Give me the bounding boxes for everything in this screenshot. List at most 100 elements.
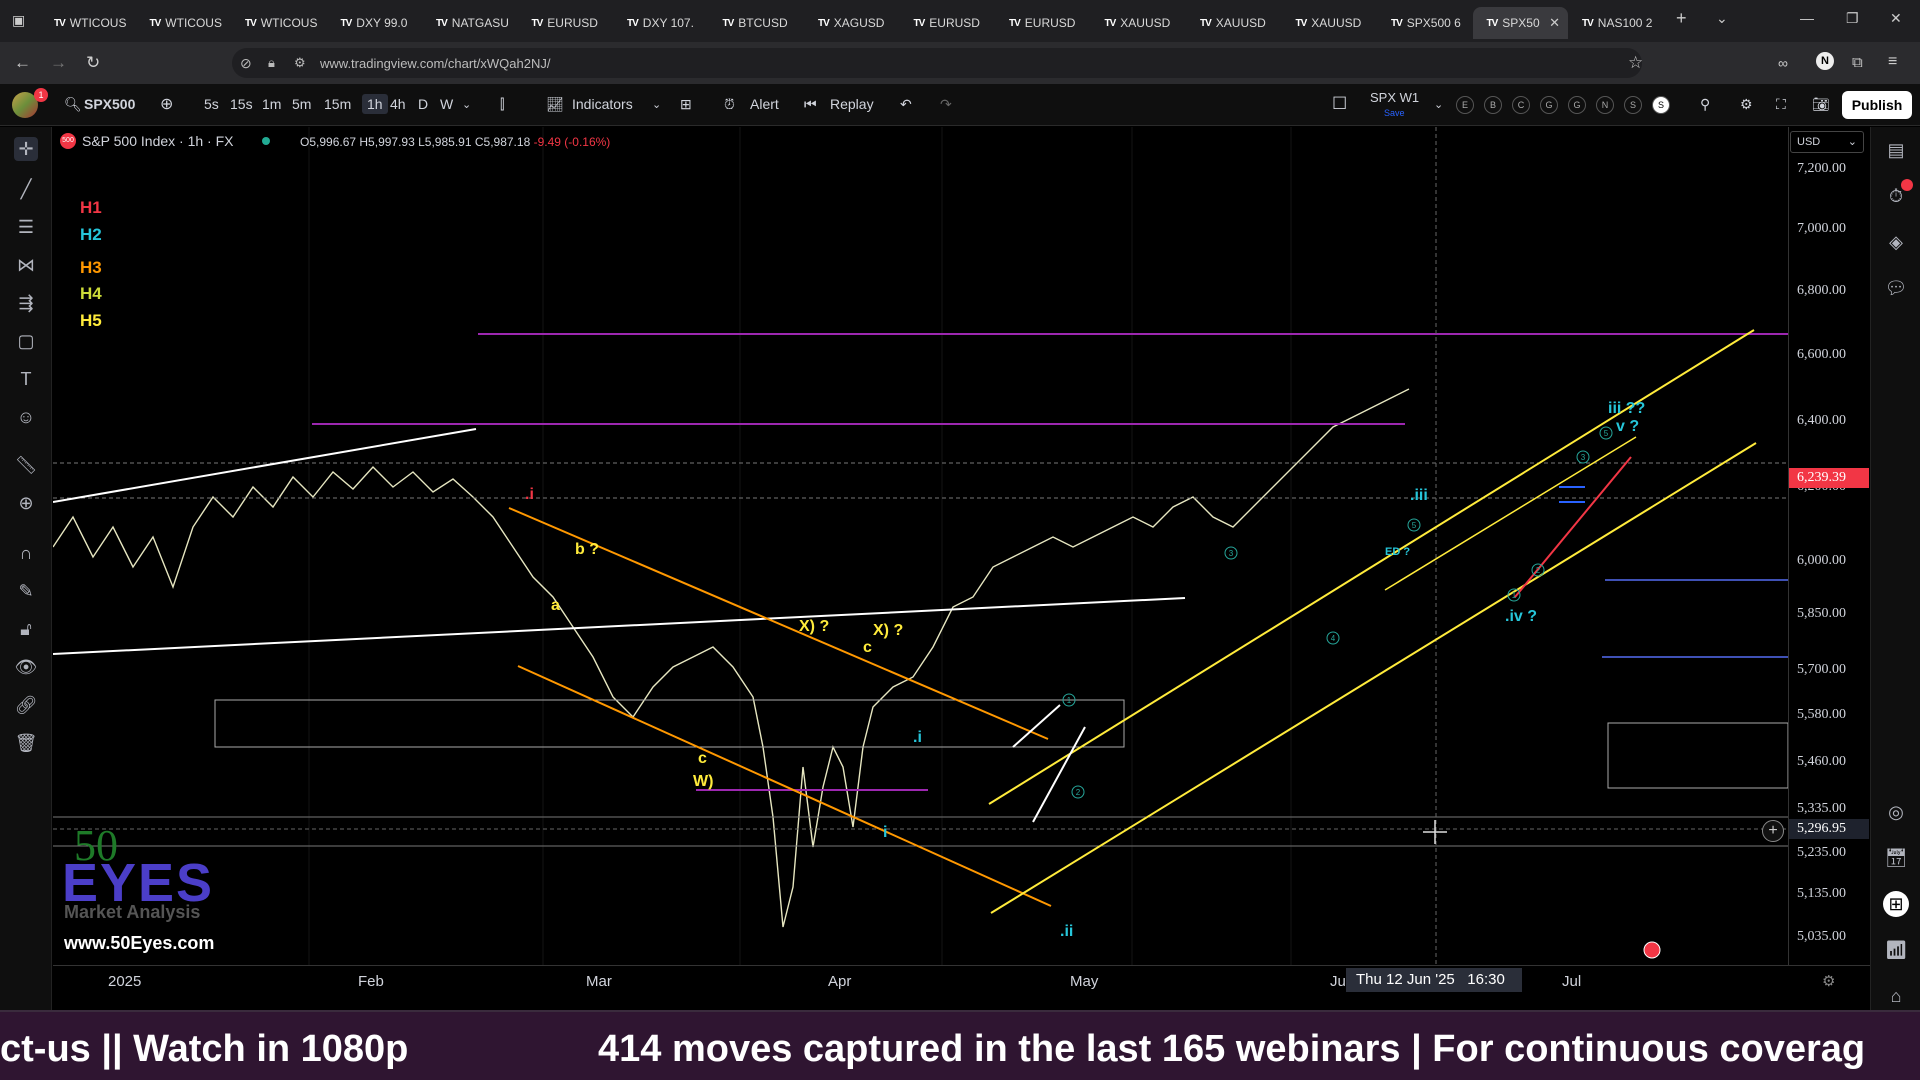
reload-icon[interactable]: ↻ bbox=[86, 53, 100, 73]
chart-canvas[interactable]: 1 2 3 4 5 1 2 3 5 .i b ? a c W) X) ? X) ? c .i i .ii .iii ED … bbox=[53, 127, 1788, 965]
indicators-icon[interactable]: 📈︎ bbox=[546, 96, 564, 113]
prediction-icon[interactable]: ⇶ bbox=[14, 291, 38, 315]
event-flag-icon[interactable] bbox=[1643, 941, 1661, 959]
timeframe-button[interactable]: 15s bbox=[230, 96, 253, 112]
circled-wave-text[interactable]: 2 bbox=[1076, 788, 1081, 797]
circled-wave-text[interactable]: 5 bbox=[1412, 521, 1417, 530]
layout-grid-icon[interactable]: ⊞ bbox=[680, 96, 692, 113]
new-tab-button[interactable]: + bbox=[1676, 8, 1687, 29]
settings-gear-icon[interactable]: ⚙ bbox=[1740, 96, 1753, 113]
trash-icon[interactable]: 🗑︎ bbox=[14, 731, 38, 755]
ruler-icon[interactable]: 📏︎ bbox=[14, 453, 38, 477]
trend-line[interactable] bbox=[53, 597, 1186, 655]
circled-wave-text[interactable]: 4 bbox=[1331, 634, 1336, 643]
yellow-trend-line[interactable] bbox=[1384, 436, 1637, 591]
wave-label[interactable]: W) bbox=[693, 773, 713, 790]
circled-wave-text[interactable]: 5 bbox=[1604, 429, 1609, 438]
wave-label[interactable]: b ? bbox=[575, 541, 599, 558]
geometric-shapes-icon[interactable]: ▢ bbox=[14, 329, 38, 353]
browser-tab[interactable]: TV NAS100 2 bbox=[1568, 7, 1664, 39]
timeframe-button[interactable]: 5m bbox=[292, 96, 311, 112]
browser-menu-icon[interactable]: ≡ bbox=[1888, 53, 1897, 71]
replay-icon[interactable]: ⏮︎ bbox=[804, 96, 817, 113]
currency-select[interactable]: USD ⌄ bbox=[1790, 131, 1864, 153]
back-icon[interactable]: ← bbox=[14, 53, 31, 73]
wave-label[interactable]: X) ? bbox=[873, 622, 903, 639]
publish-button[interactable]: Publish bbox=[1842, 91, 1912, 119]
wave-label[interactable]: .iii bbox=[1410, 487, 1428, 504]
timeframe-button[interactable]: 5s bbox=[204, 96, 219, 112]
circled-wave-text[interactable]: 1 bbox=[1067, 696, 1072, 705]
text-tool-icon[interactable]: T bbox=[14, 367, 38, 391]
replay-button[interactable]: Replay bbox=[830, 96, 874, 112]
lock-drawings-icon[interactable]: 🔓︎ bbox=[14, 617, 38, 641]
browser-tab[interactable]: TV DXY 99.0 bbox=[327, 7, 423, 39]
circled-wave-text[interactable]: 3 bbox=[1581, 453, 1586, 462]
patterns-icon[interactable]: ⋈ bbox=[14, 253, 38, 277]
emoji-icon[interactable]: ☺ bbox=[14, 405, 38, 429]
help-icon[interactable]: ⌂ bbox=[1883, 983, 1909, 1009]
browser-tab[interactable]: TV XAUUSD bbox=[1186, 7, 1282, 39]
layout-square-icon[interactable]: ☐ bbox=[1332, 94, 1347, 114]
browser-tab[interactable]: TV NATGASU bbox=[422, 7, 518, 39]
template-button[interactable]: S bbox=[1624, 96, 1642, 114]
trend-line[interactable] bbox=[53, 428, 477, 503]
tracking-icon[interactable]: ⊘ bbox=[240, 55, 252, 72]
layout-name[interactable]: SPX W1 bbox=[1370, 90, 1419, 105]
template-button[interactable]: B bbox=[1484, 96, 1502, 114]
timeframe-button[interactable]: W bbox=[440, 96, 453, 112]
fullscreen-icon[interactable]: ⛶ bbox=[1776, 96, 1786, 113]
browser-tab[interactable]: TV EURUSD bbox=[518, 7, 614, 39]
profile-icon[interactable]: N bbox=[1816, 52, 1834, 70]
alert-button[interactable]: Alert bbox=[750, 96, 779, 112]
chart-legend[interactable]: 500 S&P 500 Index · 1h · FX bbox=[60, 133, 270, 149]
indicators-button[interactable]: Indicators bbox=[572, 96, 633, 112]
watchlist-icon[interactable]: ▤ bbox=[1883, 137, 1909, 163]
close-window-button[interactable]: ✕ bbox=[1890, 10, 1902, 27]
price-scale[interactable] bbox=[1788, 127, 1870, 965]
minimize-button[interactable]: — bbox=[1800, 10, 1814, 26]
indicators-dropdown-icon[interactable]: ⌄ bbox=[652, 98, 661, 111]
wave-label[interactable]: iii ?? bbox=[1608, 400, 1645, 417]
timeframe-button[interactable]: 15m bbox=[324, 96, 351, 112]
target-icon[interactable]: ◎ bbox=[1883, 799, 1909, 825]
restore-button[interactable]: ❐ bbox=[1846, 10, 1859, 27]
layout-dropdown-icon[interactable]: ⌄ bbox=[1434, 98, 1443, 111]
calendar-icon[interactable]: 📅︎ bbox=[1883, 845, 1909, 871]
layers-icon[interactable]: ◈ bbox=[1883, 229, 1909, 255]
legend-title[interactable]: S&P 500 Index · 1h · FX bbox=[82, 133, 234, 149]
rectangle-zone[interactable] bbox=[1607, 722, 1788, 789]
browser-tab[interactable]: TV WTICOUS bbox=[40, 7, 136, 39]
wave-label[interactable]: i bbox=[883, 824, 887, 841]
circled-wave-text[interactable]: 3 bbox=[1229, 549, 1234, 558]
wave-label[interactable]: a bbox=[551, 597, 560, 614]
template-button[interactable]: G bbox=[1540, 96, 1558, 114]
url-text[interactable]: www.tradingview.com/chart/xWQah2NJ/ bbox=[320, 56, 550, 71]
template-button[interactable]: G bbox=[1568, 96, 1586, 114]
chart-drawing[interactable]: 123451235.ib ?acW)X) ? X) ?c.ii.ii.iiiED … bbox=[53, 127, 1788, 965]
chat-icon[interactable]: 💬︎ bbox=[1883, 275, 1909, 301]
forward-icon[interactable]: → bbox=[50, 53, 67, 73]
circled-wave-text[interactable]: 2 bbox=[1536, 566, 1541, 575]
timeframe-button[interactable]: D bbox=[418, 96, 428, 112]
close-tab-icon[interactable]: ✕ bbox=[1549, 15, 1560, 31]
site-settings-icon[interactable]: ⚙ bbox=[294, 55, 306, 71]
browser-tab[interactable]: TV EURUSD bbox=[900, 7, 996, 39]
browser-tab[interactable]: TV SPX500 6 bbox=[1377, 7, 1473, 39]
tab-actions-icon[interactable]: ▣ bbox=[12, 12, 25, 29]
link-icon[interactable]: 🔗︎ bbox=[14, 693, 38, 717]
wave-label[interactable]: v ? bbox=[1616, 418, 1639, 435]
add-alert-plus-icon[interactable]: + bbox=[1762, 820, 1784, 842]
timeframe-button[interactable]: 4h bbox=[390, 96, 406, 112]
browser-tab[interactable]: TV XAUUSD bbox=[1091, 7, 1187, 39]
wave-label[interactable]: .ii bbox=[1060, 923, 1073, 940]
signal-icon[interactable]: 📶︎ bbox=[1883, 937, 1909, 963]
stay-drawing-icon[interactable]: ✎ bbox=[14, 579, 38, 603]
browser-tab[interactable]: TV XAUUSD bbox=[1282, 7, 1378, 39]
browser-tab[interactable]: TV WTICOUS bbox=[136, 7, 232, 39]
grid-apps-icon[interactable]: ⊞ bbox=[1883, 891, 1909, 917]
browser-tab[interactable]: TV BTCUSD bbox=[709, 7, 805, 39]
symbol-name[interactable]: SPX500 bbox=[84, 96, 135, 112]
timeframe-dropdown-icon[interactable]: ⌄ bbox=[462, 98, 471, 111]
lock-icon[interactable]: 🔒︎ bbox=[268, 55, 275, 71]
